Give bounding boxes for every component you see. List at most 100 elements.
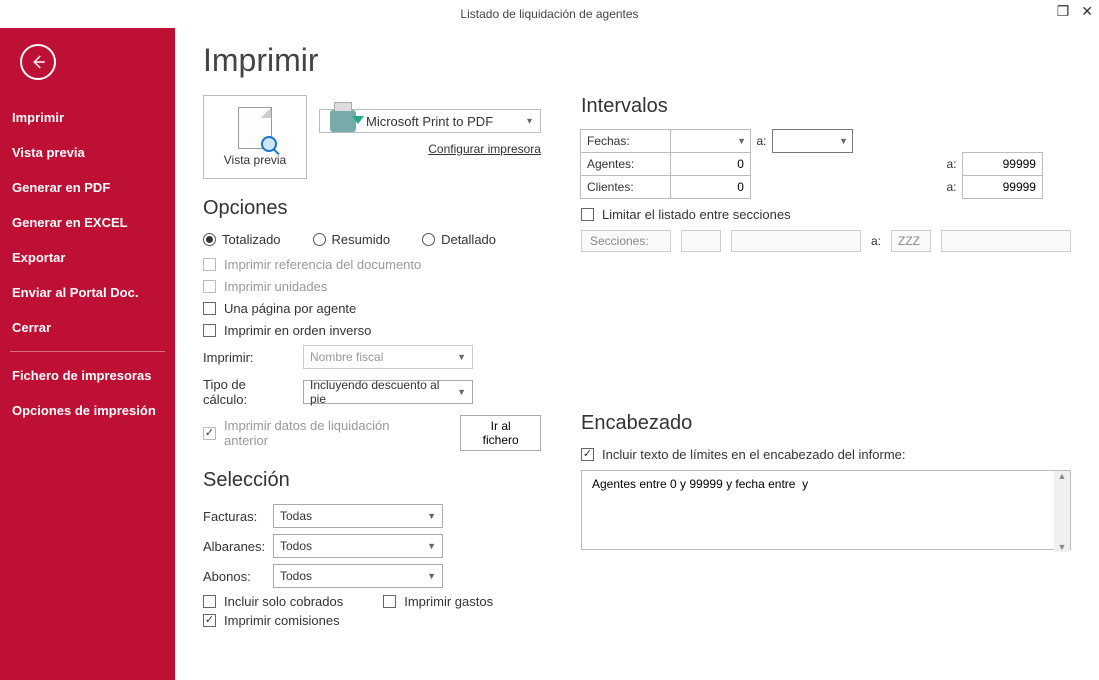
chk-una-pagina[interactable] [203, 302, 216, 315]
chevron-down-icon: ▼ [457, 387, 466, 397]
chk-solo-cobrados[interactable] [203, 595, 216, 608]
printer-icon [330, 110, 356, 132]
chk-datos-liq-label: Imprimir datos de liquidación anterior [224, 418, 434, 448]
lbl-albaranes: Albaranes: [203, 539, 263, 554]
btn-ir-fichero[interactable]: Ir al fichero [460, 415, 541, 451]
input-clientes-to[interactable] [969, 180, 1036, 194]
lbl-tipo-calculo: Tipo de cálculo: [203, 377, 293, 407]
radio-totalizado[interactable]: Totalizado [203, 232, 281, 247]
radio-resumido[interactable]: Resumido [313, 232, 391, 247]
sidebar-divider [10, 351, 165, 352]
lbl-imprimir: Imprimir: [203, 350, 293, 365]
window-title: Listado de liquidación de agentes [460, 7, 638, 21]
radio-detallado[interactable]: Detallado [422, 232, 496, 247]
input-agentes-to[interactable] [969, 157, 1036, 171]
chk-imprimir-gastos[interactable] [383, 595, 396, 608]
intervalos-title: Intervalos [581, 95, 1071, 118]
chk-limitar-secciones[interactable] [581, 208, 594, 221]
textarea-encabezado[interactable] [581, 470, 1071, 550]
chk-imprimir-comisiones[interactable] [203, 614, 216, 627]
select-albaranes-value: Todos [280, 539, 312, 553]
titlebar: Listado de liquidación de agentes ❐ ✕ [0, 0, 1099, 28]
lbl-fechas: Fechas: [580, 129, 671, 153]
sidebar-item-generar-excel[interactable]: Generar en EXCEL [0, 205, 175, 240]
radio-totalizado-label: Totalizado [222, 232, 281, 247]
sidebar-item-enviar-portal[interactable]: Enviar al Portal Doc. [0, 275, 175, 310]
input-secciones-from [731, 230, 861, 252]
lbl-facturas: Facturas: [203, 509, 263, 524]
input-secciones-from-code [681, 230, 721, 252]
spacer [750, 152, 941, 176]
sidebar-item-exportar[interactable]: Exportar [0, 240, 175, 275]
configurar-impresora-link[interactable]: Configurar impresora [428, 142, 541, 156]
chevron-down-icon: ▼ [457, 352, 466, 362]
scroll-up-icon[interactable]: ▲ [1058, 471, 1067, 481]
select-imprimir-value: Nombre fiscal [310, 350, 383, 364]
encabezado-title: Encabezado [581, 412, 1071, 435]
sidebar-item-opciones-impresion[interactable]: Opciones de impresión [0, 393, 175, 428]
printer-name-label: Microsoft Print to PDF [366, 114, 493, 129]
radio-detallado-label: Detallado [441, 232, 496, 247]
spacer [750, 175, 941, 199]
page-title: Imprimir [203, 42, 1071, 79]
lbl-a-fecha: a: [750, 129, 773, 153]
chk-imprimir-ref-label: Imprimir referencia del documento [224, 257, 421, 272]
select-abonos-value: Todos [280, 569, 312, 583]
radio-resumido-label: Resumido [332, 232, 391, 247]
input-clientes-from[interactable] [677, 180, 744, 194]
document-preview-icon [238, 107, 272, 149]
lbl-a-secciones: a: [871, 234, 881, 248]
input-secciones-to [941, 230, 1071, 252]
chevron-down-icon: ▼ [427, 541, 436, 551]
chk-imprimir-unidades [203, 280, 216, 293]
select-albaranes[interactable]: Todos ▼ [273, 534, 443, 558]
back-button[interactable] [20, 44, 56, 80]
sidebar-item-generar-pdf[interactable]: Generar en PDF [0, 170, 175, 205]
chk-incluir-texto-limites[interactable] [581, 448, 594, 461]
chevron-down-icon: ▼ [427, 571, 436, 581]
input-fecha-to[interactable]: ▼ [772, 129, 853, 153]
lbl-clientes: Clientes: [580, 175, 671, 199]
chk-orden-inverso-label: Imprimir en orden inverso [224, 323, 371, 338]
sidebar-item-imprimir[interactable]: Imprimir [0, 100, 175, 135]
input-agentes-from[interactable] [677, 157, 744, 171]
select-facturas-value: Todas [280, 509, 312, 523]
chk-incluir-texto-limites-label: Incluir texto de límites en el encabezad… [602, 447, 906, 462]
scrollbar[interactable]: ▲▼ [1054, 471, 1070, 552]
lbl-a-clientes: a: [940, 175, 963, 199]
lbl-agentes: Agentes: [580, 152, 671, 176]
chk-imprimir-unidades-label: Imprimir unidades [224, 279, 327, 294]
vista-previa-label: Vista previa [224, 153, 286, 167]
chk-datos-liq [203, 427, 216, 440]
chevron-down-icon: ▼ [427, 511, 436, 521]
select-imprimir: Nombre fiscal ▼ [303, 345, 473, 369]
opciones-title: Opciones [203, 197, 541, 220]
chk-imprimir-gastos-label: Imprimir gastos [404, 594, 493, 609]
chk-orden-inverso[interactable] [203, 324, 216, 337]
lbl-a-agentes: a: [940, 152, 963, 176]
input-fecha-from[interactable]: ▼ [670, 129, 751, 153]
sidebar: Imprimir Vista previa Generar en PDF Gen… [0, 28, 175, 680]
chevron-down-icon: ▾ [527, 116, 532, 127]
lbl-abonos: Abonos: [203, 569, 263, 584]
input-secciones-to-code [891, 230, 931, 252]
select-tipo-calculo-value: Incluyendo descuento al pie [310, 378, 449, 406]
select-abonos[interactable]: Todos ▼ [273, 564, 443, 588]
maximize-icon[interactable]: ❐ [1057, 4, 1070, 18]
sidebar-item-vista-previa[interactable]: Vista previa [0, 135, 175, 170]
select-tipo-calculo[interactable]: Incluyendo descuento al pie ▼ [303, 380, 473, 404]
seleccion-title: Selección [203, 469, 541, 492]
vista-previa-button[interactable]: Vista previa [203, 95, 307, 179]
select-facturas[interactable]: Todas ▼ [273, 504, 443, 528]
chk-imprimir-ref [203, 258, 216, 271]
scroll-down-icon[interactable]: ▼ [1058, 542, 1067, 552]
chevron-down-icon: ▼ [839, 136, 848, 146]
close-icon[interactable]: ✕ [1081, 4, 1093, 18]
sidebar-item-cerrar[interactable]: Cerrar [0, 310, 175, 345]
chk-imprimir-comisiones-label: Imprimir comisiones [224, 613, 340, 628]
printer-select[interactable]: Microsoft Print to PDF ▾ [319, 109, 541, 133]
lbl-secciones: Secciones: [581, 230, 671, 252]
chevron-down-icon: ▼ [737, 136, 746, 146]
sidebar-item-fichero-impresoras[interactable]: Fichero de impresoras [0, 358, 175, 393]
chk-una-pagina-label: Una página por agente [224, 301, 356, 316]
